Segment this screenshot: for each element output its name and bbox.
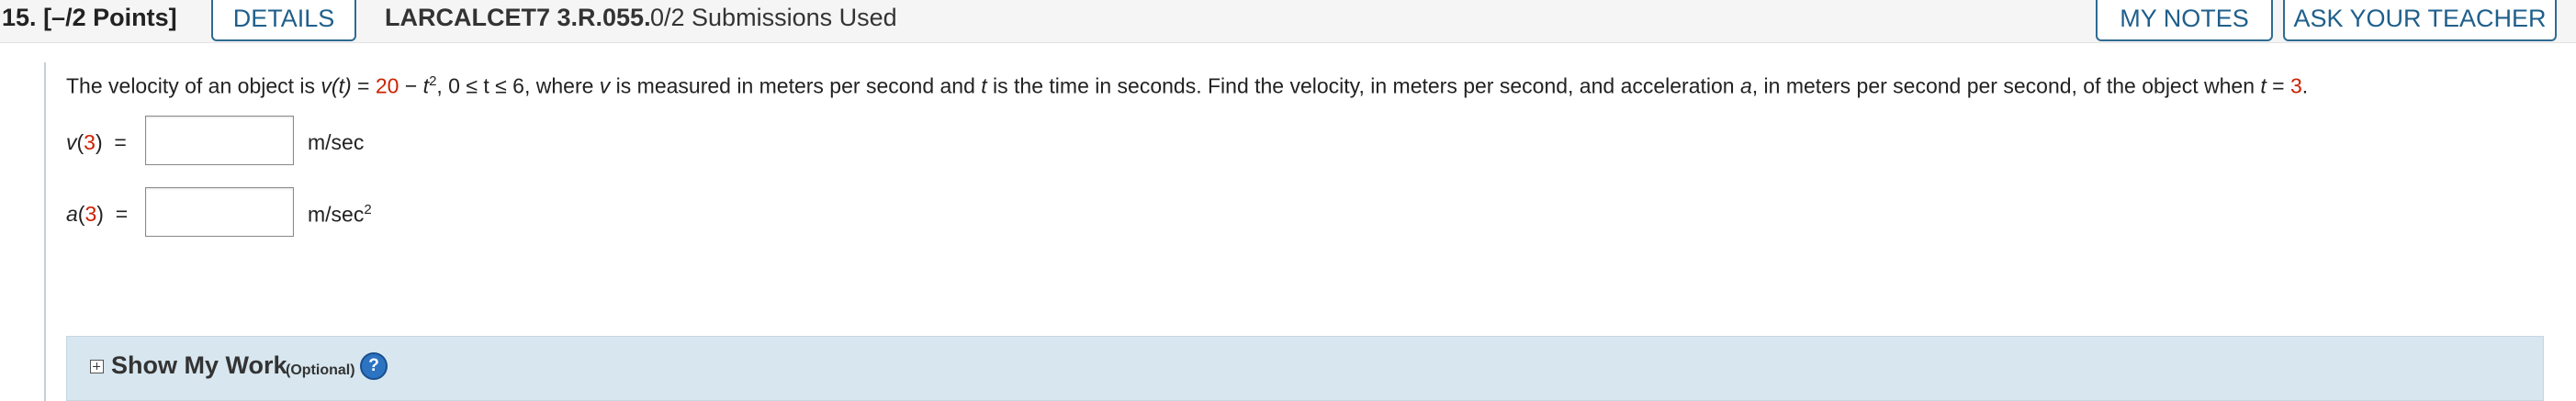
my-notes-button[interactable]: MY NOTES xyxy=(2096,0,2273,41)
question-number: 15. [–/2 Points] xyxy=(2,4,177,31)
velocity-unit: m/sec xyxy=(308,130,365,154)
show-my-work-panel[interactable]: Show My Work (Optional) ? xyxy=(66,336,2544,401)
acceleration-unit: m/sec2 xyxy=(308,202,372,227)
submissions-count: 0/2 Submissions Used xyxy=(650,4,897,31)
acceleration-input[interactable] xyxy=(145,187,294,237)
details-button[interactable]: DETAILS xyxy=(211,0,356,41)
optional-label: (Optional) xyxy=(286,362,355,378)
velocity-label: v(3) = xyxy=(66,130,127,154)
question-header: 15. [–/2 Points] DETAILS LARCALCET7 3.R.… xyxy=(0,0,2576,43)
show-my-work-title[interactable]: Show My Work xyxy=(111,351,287,380)
problem-code: LARCALCET7 3.R.055. xyxy=(385,4,651,31)
ask-teacher-button[interactable]: ASK YOUR TEACHER xyxy=(2283,0,2557,41)
acceleration-label: a(3) = xyxy=(66,202,129,226)
points-label: [–/2 Points] xyxy=(43,4,177,31)
coefficient-value: 20 xyxy=(375,73,399,98)
question-text: The velocity of an object is v(t) = 20 −… xyxy=(66,73,2309,98)
t-value: 3 xyxy=(2290,73,2302,98)
velocity-input[interactable] xyxy=(145,116,294,165)
help-icon[interactable]: ? xyxy=(360,352,388,380)
expand-plus-icon[interactable] xyxy=(90,360,104,373)
